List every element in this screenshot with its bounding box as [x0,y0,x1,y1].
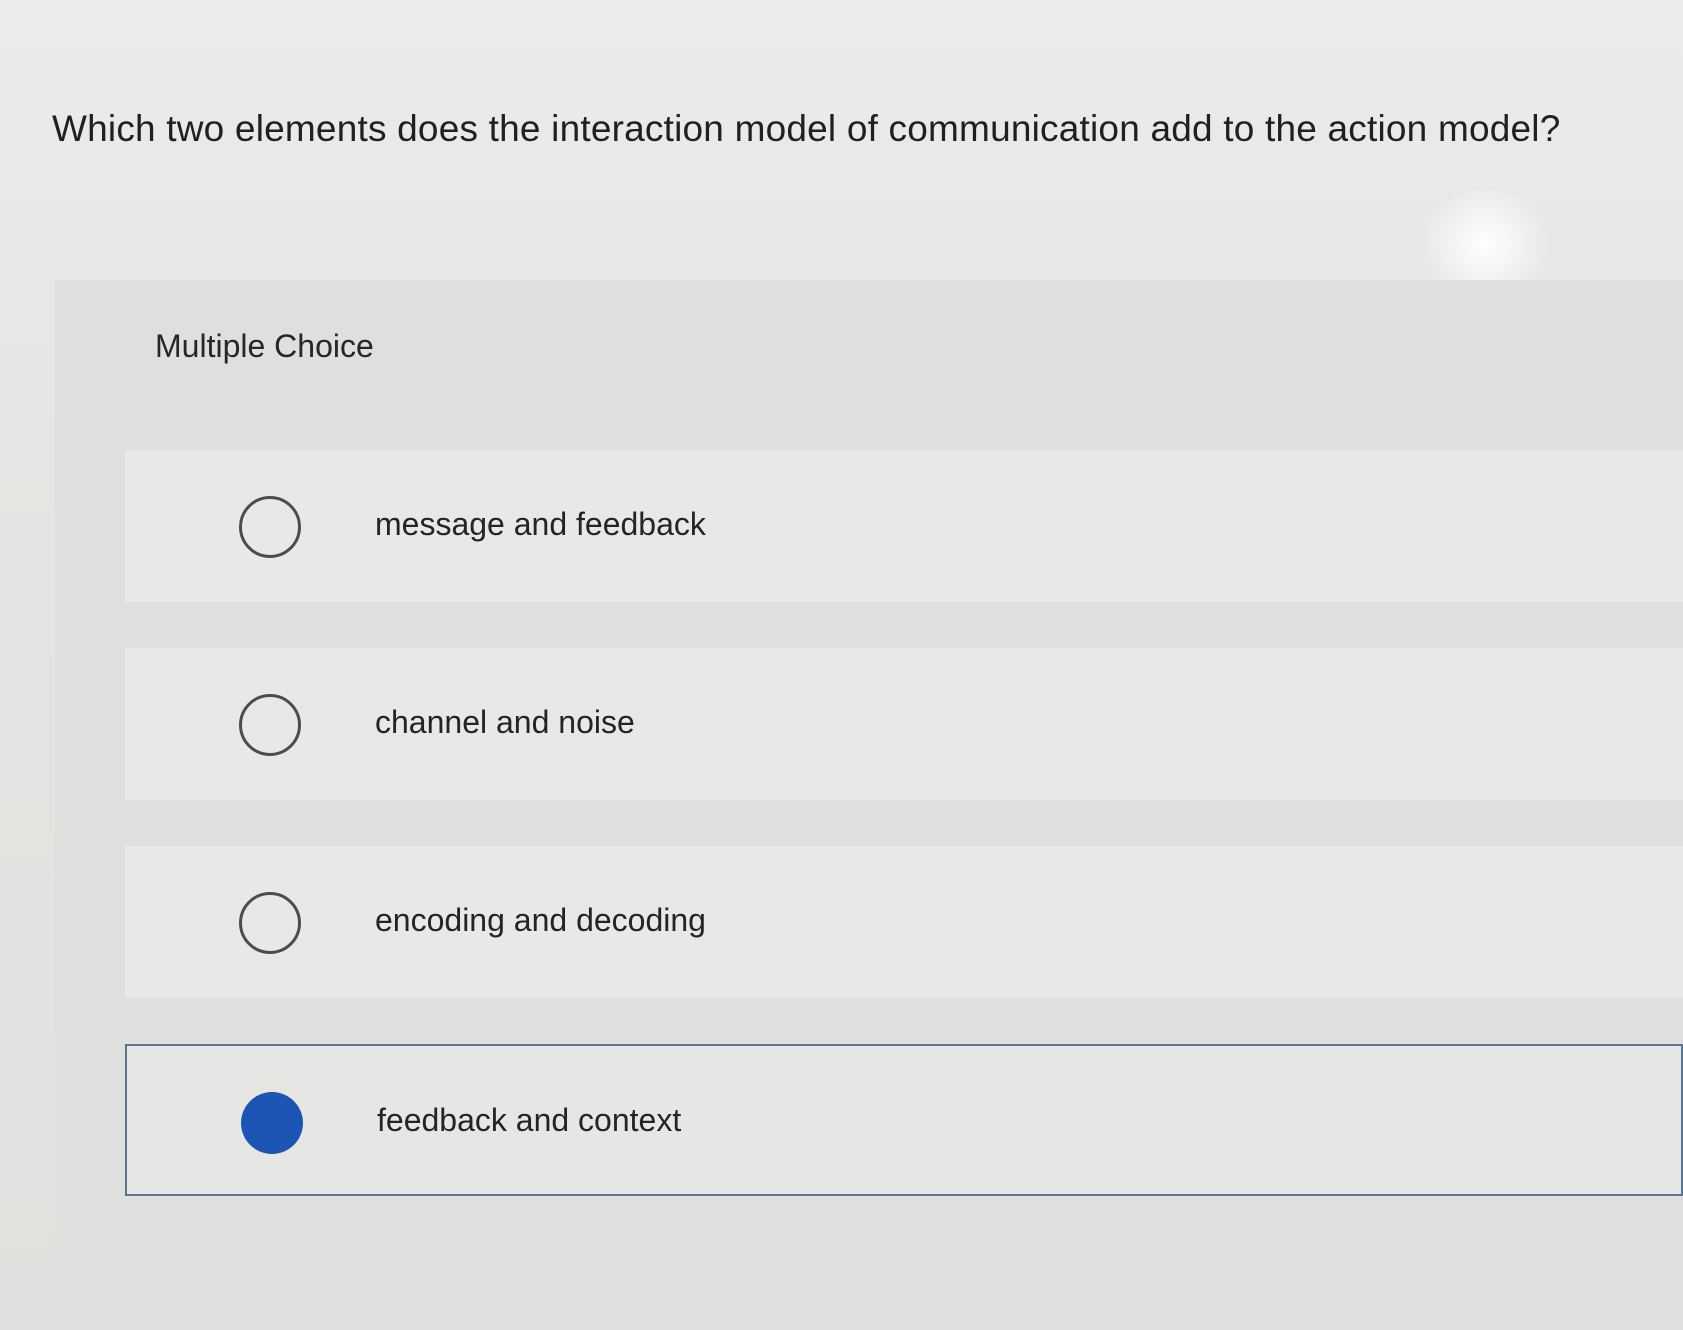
radio-button-selected-icon[interactable] [241,1092,303,1154]
option-label: channel and noise [375,704,635,740]
option-label: encoding and decoding [375,902,706,938]
radio-button-icon[interactable] [239,694,301,756]
option-label: message and feedback [375,506,706,542]
radio-button-icon[interactable] [239,496,301,558]
question-text: Which two elements does the interaction … [52,108,1561,149]
option-label: feedback and context [377,1102,682,1138]
radio-button-icon[interactable] [239,892,301,954]
multiple-choice-panel: Multiple Choice message and feedback cha… [55,280,1683,1330]
option-channel-and-noise[interactable]: channel and noise [125,648,1683,800]
quiz-page: Which two elements does the interaction … [0,0,1683,1330]
option-feedback-and-context[interactable]: feedback and context [125,1044,1683,1196]
option-encoding-and-decoding[interactable]: encoding and decoding [125,846,1683,998]
question-type-label: Multiple Choice [155,328,374,364]
option-message-and-feedback[interactable]: message and feedback [125,450,1683,602]
